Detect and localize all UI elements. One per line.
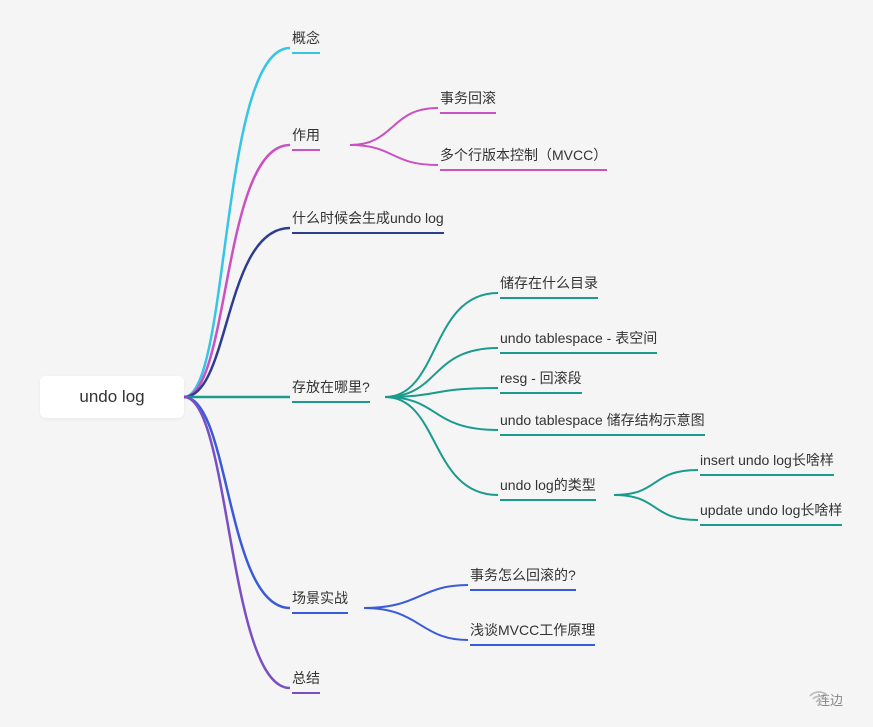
node-purpose-rollback[interactable]: 事务回滚 — [440, 88, 496, 114]
mindmap-edges — [0, 0, 873, 727]
node-where-tablespace[interactable]: undo tablespace - 表空间 — [500, 328, 657, 354]
node-purpose-mvcc[interactable]: 多个行版本控制（MVCC） — [440, 145, 607, 171]
node-label: 场景实战 — [292, 588, 348, 614]
node-label: 总结 — [292, 668, 320, 694]
node-label: undo tablespace 储存结构示意图 — [500, 410, 705, 436]
node-where-directory[interactable]: 储存在什么目录 — [500, 273, 598, 299]
root-node[interactable]: undo log — [40, 376, 184, 418]
node-label: 浅谈MVCC工作原理 — [470, 620, 595, 646]
node-label: 事务怎么回滚的? — [470, 565, 576, 591]
node-label: 什么时候会生成undo log — [292, 208, 444, 234]
node-label: insert undo log长啥样 — [700, 450, 834, 476]
node-label: 存放在哪里? — [292, 377, 370, 403]
node-label: resg - 回滚段 — [500, 368, 582, 394]
node-where-resg[interactable]: resg - 回滚段 — [500, 368, 582, 394]
node-scenario-rollback[interactable]: 事务怎么回滚的? — [470, 565, 576, 591]
node-where-struct-diagram[interactable]: undo tablespace 储存结构示意图 — [500, 410, 705, 436]
root-label: undo log — [79, 387, 144, 407]
node-when[interactable]: 什么时候会生成undo log — [292, 208, 444, 234]
node-type-insert[interactable]: insert undo log长啥样 — [700, 450, 834, 476]
node-label: 事务回滚 — [440, 88, 496, 114]
node-summary[interactable]: 总结 — [292, 668, 320, 694]
node-purpose[interactable]: 作用 — [292, 125, 320, 151]
node-where-undolog-type[interactable]: undo log的类型 — [500, 475, 596, 501]
node-scenario[interactable]: 场景实战 — [292, 588, 348, 614]
node-label: 概念 — [292, 28, 320, 54]
node-type-update[interactable]: update undo log长啥样 — [700, 500, 842, 526]
node-label: update undo log长啥样 — [700, 500, 842, 526]
node-label: 储存在什么目录 — [500, 273, 598, 299]
node-where[interactable]: 存放在哪里? — [292, 377, 370, 403]
node-label: 多个行版本控制（MVCC） — [440, 145, 607, 171]
node-label: undo log的类型 — [500, 475, 596, 501]
node-concept[interactable]: 概念 — [292, 28, 320, 54]
node-label: 作用 — [292, 125, 320, 151]
node-scenario-mvcc[interactable]: 浅谈MVCC工作原理 — [470, 620, 595, 646]
footer-credit: 连边 — [809, 690, 843, 709]
node-label: undo tablespace - 表空间 — [500, 328, 657, 354]
